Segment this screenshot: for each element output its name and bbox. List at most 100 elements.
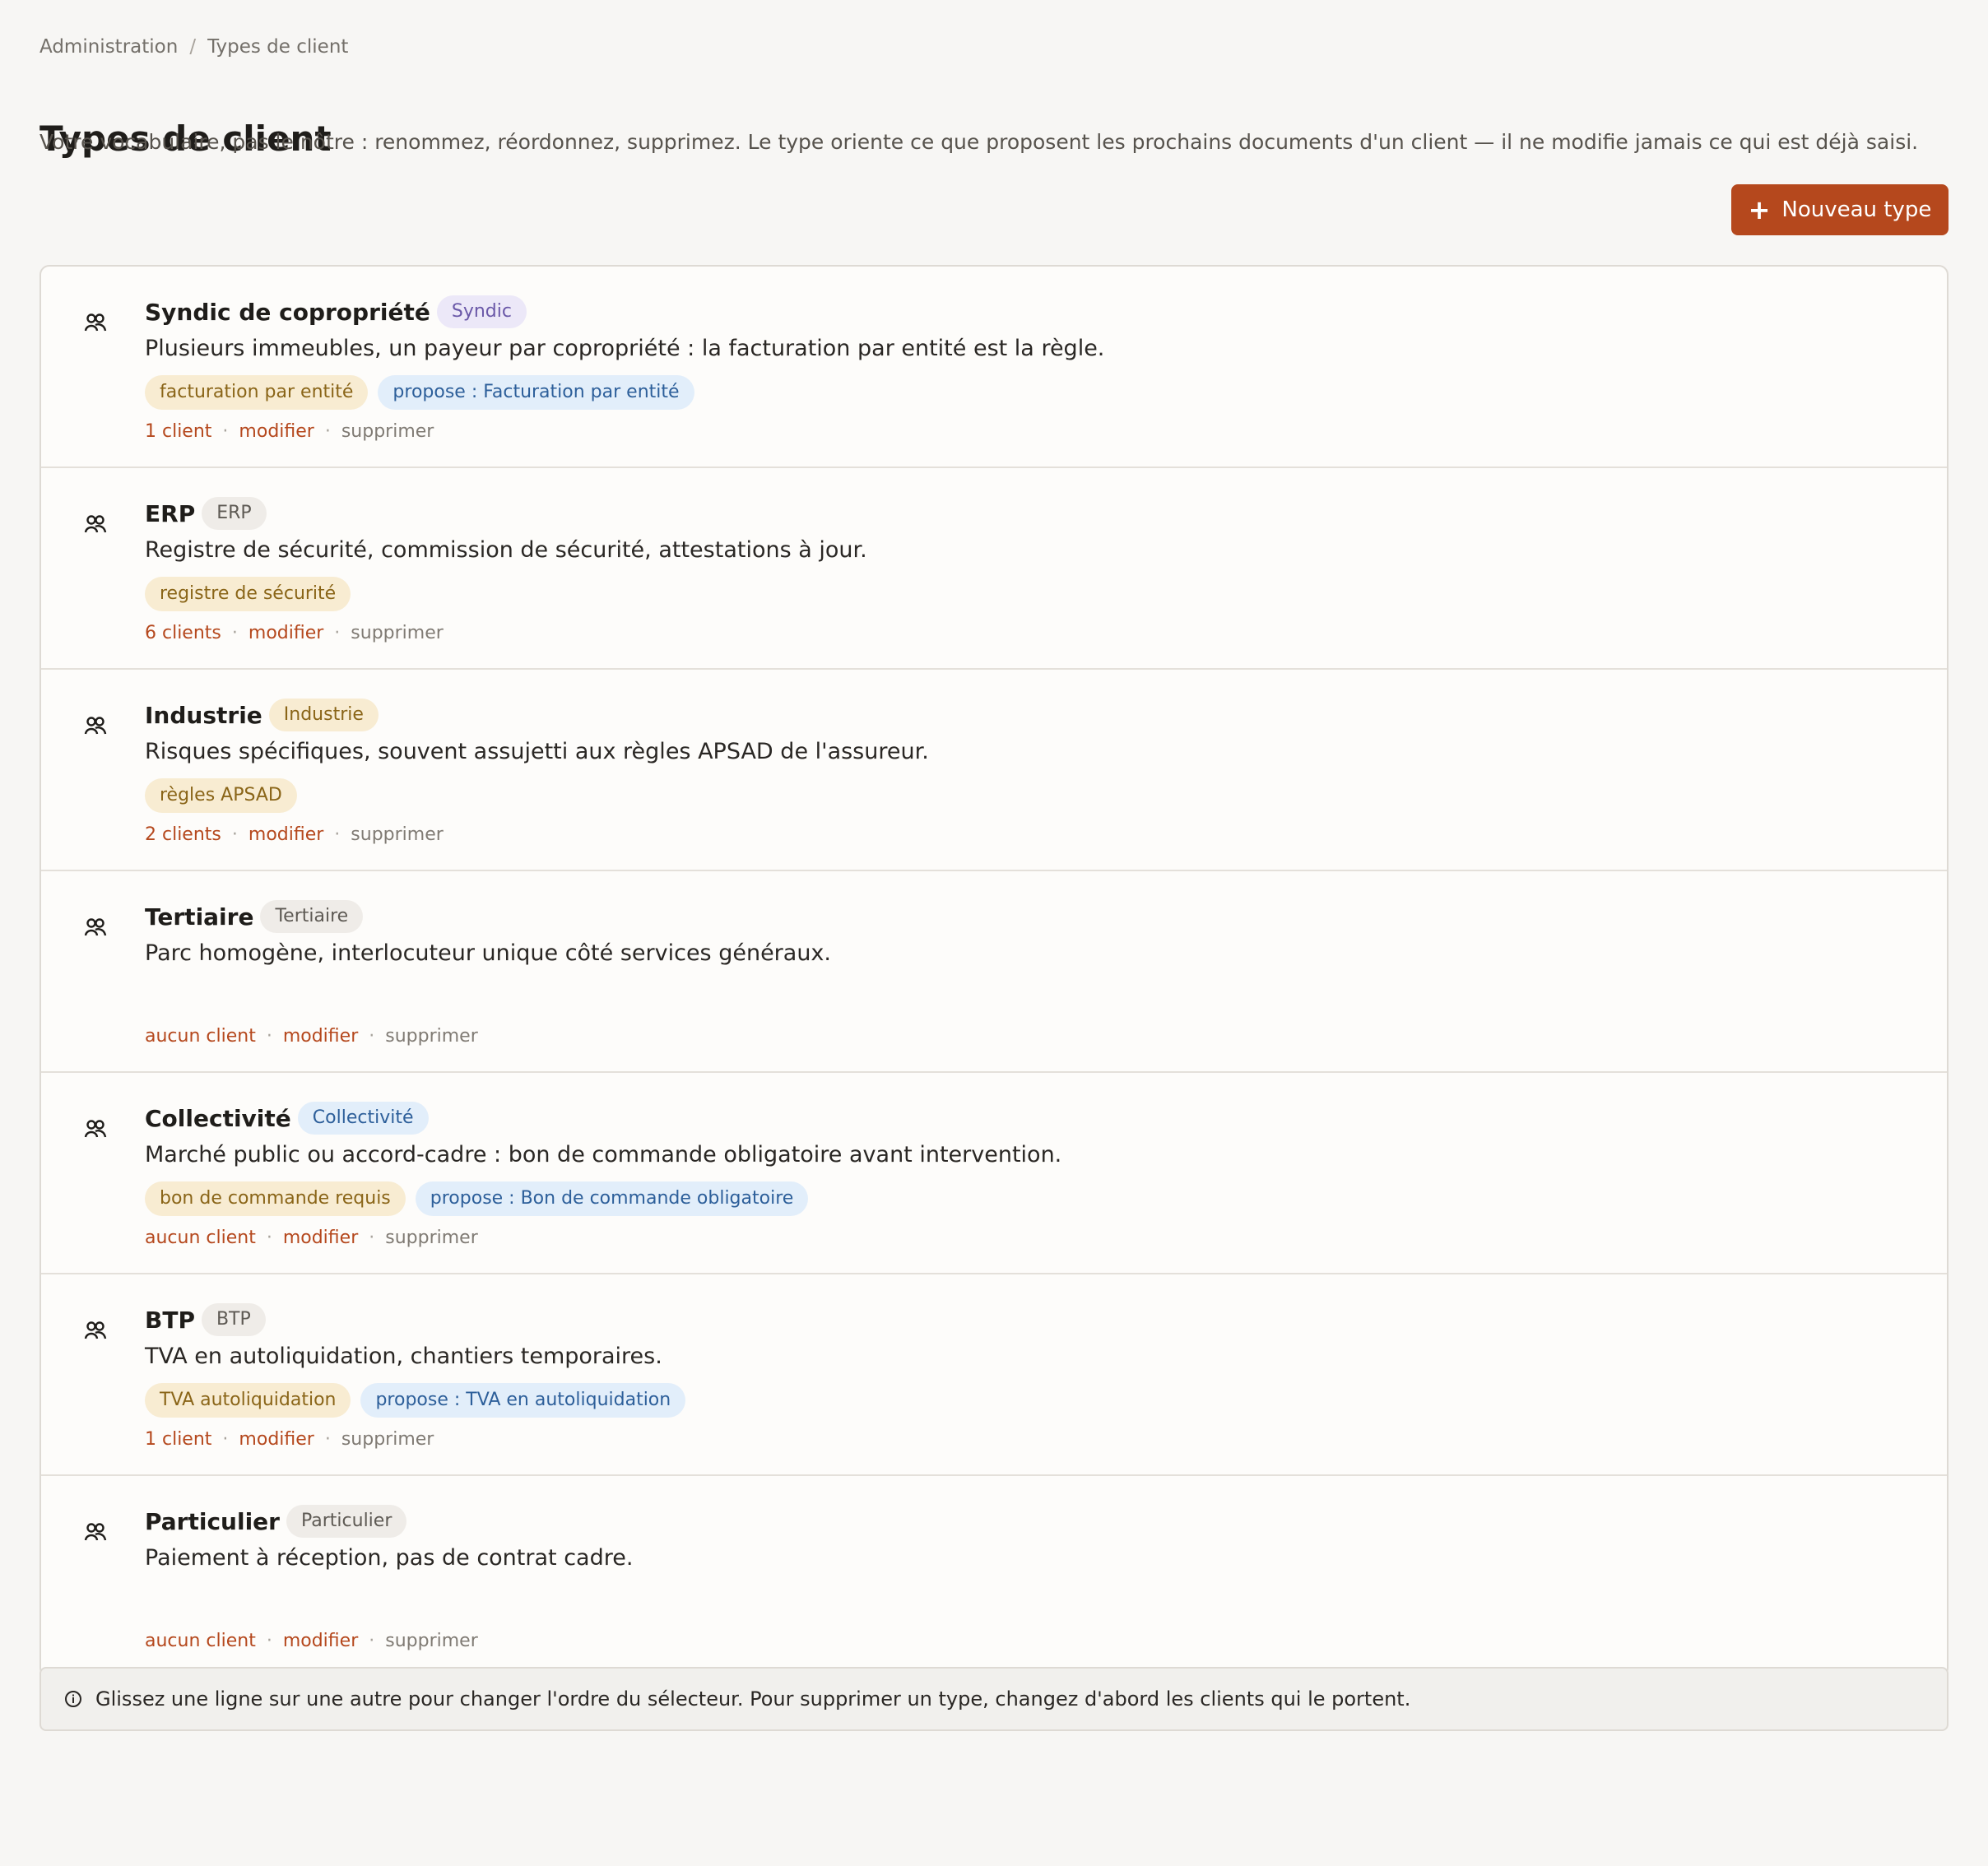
- edit-link[interactable]: modifier: [239, 421, 314, 442]
- delete-link[interactable]: supprimer: [385, 1228, 478, 1248]
- rule-tags: TVA autoliquidation propose : TVA en auto…: [145, 1383, 1947, 1418]
- type-badge: Syndic: [436, 295, 527, 328]
- edit-link[interactable]: modifier: [283, 1631, 358, 1651]
- type-description: Risques spécifiques, souvent assujetti a…: [145, 739, 929, 764]
- delete-link[interactable]: supprimer: [351, 623, 444, 643]
- users-icon: [84, 1321, 107, 1339]
- edit-link[interactable]: modifier: [248, 623, 323, 643]
- type-description: Parc homogène, interlocuteur unique côté…: [145, 940, 831, 966]
- rule-tags: règles APSAD: [145, 778, 1947, 813]
- type-name: Particulier: [145, 1507, 280, 1535]
- separator-dot: ·: [266, 1026, 272, 1047]
- delete-link[interactable]: supprimer: [351, 824, 444, 845]
- type-name: BTP: [145, 1306, 195, 1334]
- edit-link[interactable]: modifier: [283, 1026, 358, 1047]
- client-count-link[interactable]: 6 clients: [145, 623, 221, 643]
- rule-tag: registre de sécurité: [145, 577, 351, 611]
- row-actions: 2 clients · modifier · supprimer: [145, 824, 1947, 870]
- client-type-row[interactable]: Syndic de copropriété Syndic Plusieurs i…: [41, 267, 1947, 468]
- users-icon: [84, 717, 107, 735]
- users-icon: [84, 918, 107, 936]
- row-header: BTP BTP: [145, 1274, 1947, 1337]
- type-badge: Collectivité: [297, 1102, 429, 1135]
- breadcrumb: Administration / Types de client: [39, 35, 1949, 59]
- client-count-link[interactable]: 1 client: [145, 421, 211, 442]
- page: Administration / Types de client Types d…: [0, 0, 1988, 235]
- type-name: ERP: [145, 499, 196, 527]
- breadcrumb-separator: /: [189, 36, 197, 58]
- type-name: Collectivité: [145, 1104, 291, 1132]
- separator-dot: ·: [334, 824, 341, 845]
- type-name: Syndic de copropriété: [145, 298, 430, 326]
- type-description: Paiement à réception, pas de contrat cad…: [145, 1545, 634, 1571]
- type-badge: Particulier: [286, 1505, 407, 1538]
- separator-dot: ·: [222, 1429, 229, 1450]
- hint-text: Glissez une ligne sur une autre pour cha…: [95, 1687, 1411, 1710]
- breadcrumb-root[interactable]: Administration: [39, 36, 178, 58]
- edit-link[interactable]: modifier: [239, 1429, 314, 1450]
- row-actions: aucun client · modifier · supprimer: [145, 1228, 1947, 1273]
- rule-tags-empty: [145, 980, 1947, 1014]
- rule-tag: TVA autoliquidation: [145, 1383, 351, 1418]
- rule-tag: facturation par entité: [145, 375, 369, 410]
- page-subtitle: Votre vocabulaire, pas le nôtre : renomm…: [39, 130, 1919, 154]
- client-count-link[interactable]: aucun client: [145, 1631, 256, 1651]
- row-actions: 1 client · modifier · supprimer: [145, 1429, 1947, 1474]
- separator-dot: ·: [231, 623, 238, 643]
- separator-dot: ·: [324, 421, 331, 442]
- separator-dot: ·: [231, 824, 238, 845]
- separator-dot: ·: [266, 1228, 272, 1248]
- plus-icon: +: [1748, 194, 1771, 225]
- separator-dot: ·: [222, 421, 229, 442]
- breadcrumb-current: Types de client: [207, 36, 349, 58]
- delete-link[interactable]: supprimer: [341, 1429, 434, 1450]
- rule-tag: propose : Facturation par entité: [378, 375, 694, 410]
- users-icon: [84, 1523, 107, 1541]
- delete-link[interactable]: supprimer: [341, 421, 434, 442]
- rule-tags-empty: [145, 1585, 1947, 1619]
- type-description: TVA en autoliquidation, chantiers tempor…: [145, 1344, 662, 1369]
- rule-tag: bon de commande requis: [145, 1181, 406, 1216]
- type-name: Tertiaire: [145, 903, 254, 931]
- client-type-row[interactable]: ERP ERP Registre de sécurité, commission…: [41, 468, 1947, 670]
- type-badge: BTP: [201, 1303, 266, 1336]
- rule-tags: facturation par entité propose : Facturat…: [145, 375, 1947, 410]
- client-count-link[interactable]: 2 clients: [145, 824, 221, 845]
- new-type-label: Nouveau type: [1781, 197, 1932, 222]
- edit-link[interactable]: modifier: [283, 1228, 358, 1248]
- client-type-row[interactable]: Collectivité Collectivité Marché public …: [41, 1073, 1947, 1274]
- client-count-link[interactable]: aucun client: [145, 1026, 256, 1047]
- client-type-row[interactable]: Industrie Industrie Risques spécifiques,…: [41, 670, 1947, 871]
- separator-dot: ·: [369, 1026, 375, 1047]
- row-header: Syndic de copropriété Syndic: [145, 267, 1947, 329]
- type-description: Marché public ou accord-cadre : bon de c…: [145, 1142, 1062, 1167]
- edit-link[interactable]: modifier: [248, 824, 323, 845]
- users-icon: [84, 1120, 107, 1138]
- delete-link[interactable]: supprimer: [385, 1631, 478, 1651]
- row-actions: 6 clients · modifier · supprimer: [145, 623, 1947, 668]
- client-type-row[interactable]: Tertiaire Tertiaire Parc homogène, inter…: [41, 871, 1947, 1073]
- client-count-link[interactable]: aucun client: [145, 1228, 256, 1248]
- row-header: Tertiaire Tertiaire: [145, 871, 1947, 934]
- users-icon: [84, 313, 107, 332]
- separator-dot: ·: [324, 1429, 331, 1450]
- rule-tag: propose : TVA en autoliquidation: [360, 1383, 686, 1418]
- new-type-button[interactable]: + Nouveau type: [1731, 184, 1949, 235]
- type-name: Industrie: [145, 701, 262, 729]
- rule-tags: registre de sécurité: [145, 577, 1947, 611]
- users-icon: [84, 515, 107, 533]
- row-actions: aucun client · modifier · supprimer: [145, 1026, 1947, 1071]
- row-actions: 1 client · modifier · supprimer: [145, 421, 1947, 466]
- type-badge: Industrie: [268, 699, 379, 731]
- rule-tag: règles APSAD: [145, 778, 297, 813]
- client-type-row[interactable]: Particulier Particulier Paiement à récep…: [41, 1476, 1947, 1676]
- client-count-link[interactable]: 1 client: [145, 1429, 211, 1450]
- row-header: ERP ERP: [145, 468, 1947, 531]
- delete-link[interactable]: supprimer: [385, 1026, 478, 1047]
- rule-tag: propose : Bon de commande obligatoire: [415, 1181, 809, 1216]
- separator-dot: ·: [369, 1631, 375, 1651]
- info-icon: [65, 1691, 81, 1707]
- client-type-row[interactable]: BTP BTP TVA en autoliquidation, chantier…: [41, 1274, 1947, 1476]
- separator-dot: ·: [266, 1631, 272, 1651]
- client-type-list: Syndic de copropriété Syndic Plusieurs i…: [39, 265, 1949, 1678]
